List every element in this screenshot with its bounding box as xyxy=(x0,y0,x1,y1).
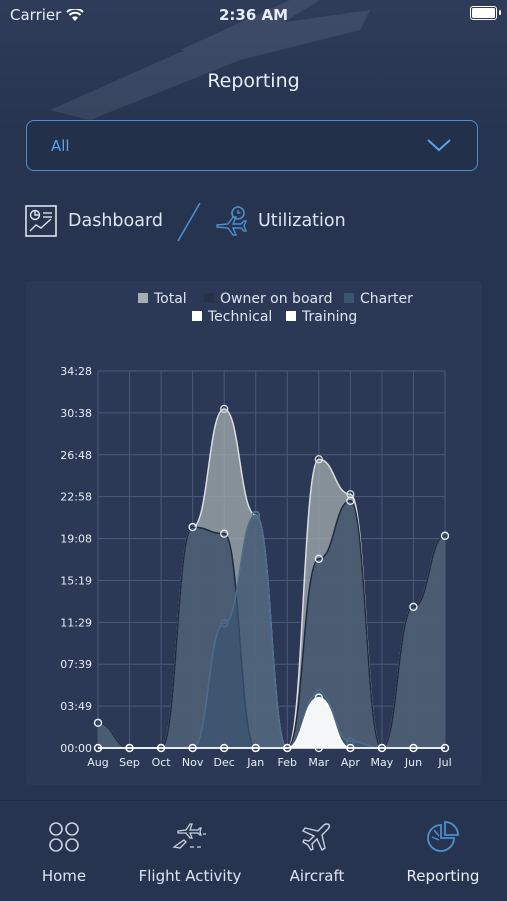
x-tick-label: Jul xyxy=(437,756,451,769)
filter-selected-value: All xyxy=(51,137,70,155)
y-tick-label: 26:48 xyxy=(60,449,92,462)
battery-tip-icon xyxy=(499,10,501,15)
x-tick-label: Oct xyxy=(152,756,172,769)
nav-flight-activity[interactable]: Flight Activity xyxy=(127,819,253,885)
x-tick-label: Feb xyxy=(278,756,297,769)
y-tick-label: 00:00 xyxy=(60,742,92,755)
x-tick-label: Mar xyxy=(308,756,329,769)
y-tick-label: 22:58 xyxy=(60,491,92,504)
nav-reporting[interactable]: Reporting xyxy=(380,819,506,885)
tab-dashboard-label: Dashboard xyxy=(68,211,163,231)
utilization-chart: 00:00 03:49 07:39 11:29 15:19 19:08 22:58 26:48… xyxy=(26,281,482,785)
legend-label: Training xyxy=(301,309,357,325)
tab-divider xyxy=(177,202,201,242)
x-tick-label: Aug xyxy=(87,756,108,769)
status-time: 2:36 AM xyxy=(218,6,289,24)
y-tick-label: 11:29 xyxy=(60,616,92,629)
y-tick-label: 03:49 xyxy=(60,700,92,713)
legend-swatch xyxy=(192,311,202,321)
tab-dashboard[interactable]: Dashboard xyxy=(24,200,163,242)
status-bar: Carrier 2:36 AM xyxy=(0,0,507,30)
flight-activity-icon xyxy=(172,823,206,849)
tab-utilization[interactable]: Utilization xyxy=(214,200,346,242)
legend-swatch xyxy=(286,311,296,321)
nav-reporting-label: Reporting xyxy=(406,867,480,885)
x-tick-label: Jun xyxy=(404,756,422,769)
y-tick-label: 34:28 xyxy=(60,365,92,378)
nav-home-label: Home xyxy=(41,867,87,885)
aircraft-filter-select[interactable]: All xyxy=(26,120,478,171)
legend-label: Charter xyxy=(360,291,413,307)
nav-aircraft-label: Aircraft xyxy=(289,867,345,885)
chevron-down-icon xyxy=(427,139,451,152)
legend-swatch xyxy=(344,293,354,303)
plane-clock-icon xyxy=(216,206,248,236)
chart-svg: 00:00 03:49 07:39 11:29 15:19 19:08 22:58 26:48… xyxy=(60,291,451,769)
x-tick-label: Apr xyxy=(341,756,361,769)
aircraft-icon xyxy=(301,823,331,852)
legend-swatch xyxy=(204,293,214,303)
nav-aircraft[interactable]: Aircraft xyxy=(254,819,380,885)
x-tick-label: Dec xyxy=(214,756,235,769)
pie-chart-icon xyxy=(427,821,459,852)
y-tick-label: 15:19 xyxy=(60,574,92,587)
nav-flight-activity-label: Flight Activity xyxy=(138,867,242,885)
bottom-nav: Home Flight Activity Aircraft Reporting xyxy=(0,800,507,901)
y-tick-label: 07:39 xyxy=(60,658,92,671)
nav-home[interactable]: Home xyxy=(1,819,127,885)
x-tick-label: Sep xyxy=(119,756,140,769)
home-grid-icon xyxy=(49,822,79,852)
legend-label: Technical xyxy=(207,309,272,325)
x-tick-label: Nov xyxy=(182,756,204,769)
report-tabs: Dashboard Utilization xyxy=(24,200,484,242)
legend-label: Owner on board xyxy=(220,291,332,307)
tab-utilization-label: Utilization xyxy=(258,211,346,231)
legend-label: Total xyxy=(153,291,187,307)
y-tick-label: 30:38 xyxy=(60,407,92,420)
battery-icon xyxy=(470,6,497,20)
x-tick-label: May xyxy=(371,756,394,769)
legend-swatch xyxy=(138,293,148,303)
dashboard-chart-icon xyxy=(25,205,57,237)
page-title: Reporting xyxy=(207,70,300,92)
y-tick-label: 19:08 xyxy=(60,533,92,546)
x-tick-label: Jan xyxy=(246,756,264,769)
